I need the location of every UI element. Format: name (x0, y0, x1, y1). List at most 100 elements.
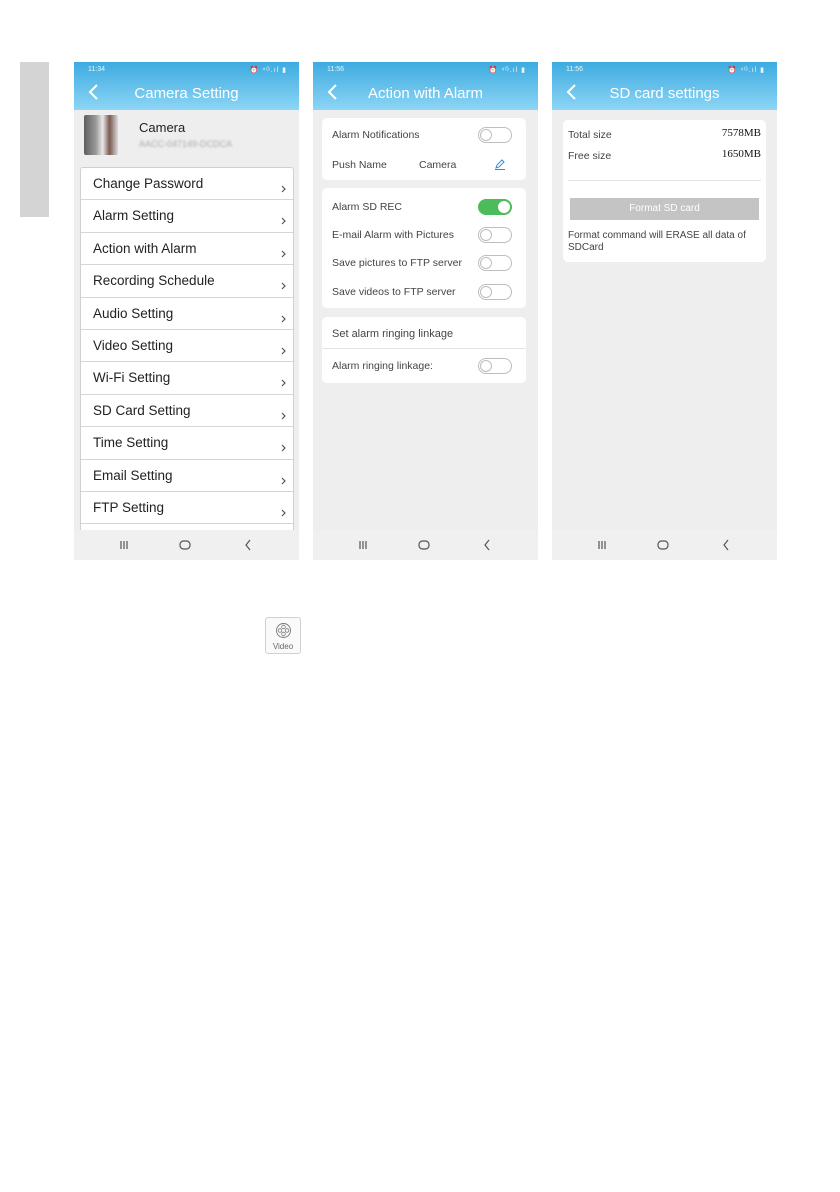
ringing-header-row: Set alarm ringing linkage (322, 324, 526, 344)
alarm-sd-rec-toggle[interactable] (478, 199, 512, 215)
camera-thumbnail (84, 115, 118, 155)
status-icons: ⏰ ⁴ᴳ.ıl ▮ (727, 67, 765, 74)
save-videos-ftp-label: Save videos to FTP server (332, 286, 456, 298)
menu-item-recording-schedule[interactable]: Recording Schedule (81, 265, 293, 298)
camera-name: Camera (139, 120, 186, 135)
menu-item-label: Change Password (93, 176, 204, 191)
menu-item-label: Wi-Fi Setting (93, 370, 171, 386)
status-bar: 11:56 ⏰ ⁴ᴳ.ıl ▮ (552, 62, 777, 78)
total-size-value: 7578MB (721, 127, 761, 139)
status-time: 11:56 (327, 66, 344, 73)
phone-sd-card-settings: 11:56 ⏰ ⁴ᴳ.ıl ▮ SD card settings Total s… (552, 62, 777, 560)
video-reel-icon (276, 623, 291, 638)
menu-item-wifi-setting[interactable]: Wi-Fi Setting (81, 362, 293, 395)
free-size-value: 1650MB (721, 148, 761, 160)
phone-action-with-alarm: 11:56 ⏰ ⁴ᴳ.ıl ▮ Action with Alarm Alarm … (313, 62, 538, 560)
ringing-linkage-card: Set alarm ringing linkage Alarm ringing … (322, 317, 526, 383)
settings-menu: Change Password Alarm Setting Action wit… (80, 167, 294, 533)
recording-card: Alarm SD REC E-mail Alarm with Pictures … (322, 188, 526, 308)
save-videos-ftp-toggle[interactable] (478, 284, 512, 300)
divider (568, 180, 761, 181)
chevron-right-icon (280, 277, 287, 290)
status-icons: ⏰ ⁴ᴳ.ıl ▮ (488, 67, 526, 74)
menu-item-video-setting[interactable]: Video Setting (81, 330, 293, 363)
sd-card-info-card: Total size 7578MB Free size 1650MB Forma… (563, 120, 766, 262)
nav-back-icon[interactable] (479, 537, 495, 553)
menu-item-label: Time Setting (93, 435, 169, 451)
menu-item-ftp-setting[interactable]: FTP Setting (81, 492, 293, 525)
menu-item-audio-setting[interactable]: Audio Setting (81, 298, 293, 330)
header-bar: 11:56 ⏰ ⁴ᴳ.ıl ▮ Action with Alarm (313, 62, 538, 110)
email-alarm-row: E-mail Alarm with Pictures (322, 225, 526, 245)
menu-item-label: Action with Alarm (93, 240, 197, 256)
menu-item-change-password[interactable]: Change Password (81, 168, 293, 201)
menu-item-time-setting[interactable]: Time Setting (81, 427, 293, 460)
chevron-right-icon (280, 342, 287, 355)
status-icons: ⏰ ⁴ᴳ.ıl ▮ (249, 67, 287, 74)
menu-item-label: Alarm Setting (93, 208, 175, 224)
recent-apps-icon[interactable] (355, 537, 371, 553)
page-title: Camera Setting (134, 85, 239, 102)
video-icon-label: Video (272, 642, 294, 651)
chevron-right-icon (280, 504, 287, 517)
menu-item-action-with-alarm[interactable]: Action with Alarm (81, 233, 293, 266)
alarm-notifications-toggle[interactable] (478, 127, 512, 143)
ringing-linkage-toggle[interactable] (478, 358, 512, 374)
phone-camera-setting: 11:34 ⏰ ⁴ᴳ.ıl ▮ Camera Setting Camera AA… (74, 62, 299, 560)
status-time: 11:34 (88, 66, 105, 73)
edit-pencil-icon[interactable] (494, 157, 506, 170)
chevron-right-icon (280, 310, 287, 322)
recent-apps-icon[interactable] (594, 537, 610, 553)
total-size-label: Total size (568, 129, 612, 141)
home-icon[interactable] (655, 537, 671, 553)
chevron-right-icon (280, 180, 287, 193)
free-size-label: Free size (568, 150, 612, 162)
alarm-sd-rec-row: Alarm SD REC (322, 197, 526, 217)
push-name-label: Push Name (332, 159, 387, 171)
email-alarm-toggle[interactable] (478, 227, 512, 243)
save-videos-ftp-row: Save videos to FTP server (322, 282, 526, 302)
menu-item-sd-card-setting[interactable]: SD Card Setting (81, 395, 293, 428)
total-size-row: Total size 7578MB (568, 127, 761, 143)
chevron-right-icon (280, 439, 287, 452)
android-nav-bar (74, 530, 299, 560)
home-icon[interactable] (416, 537, 432, 553)
chevron-right-icon (280, 472, 287, 484)
menu-item-alarm-setting[interactable]: Alarm Setting (81, 200, 293, 233)
nav-back-icon[interactable] (240, 537, 256, 553)
status-bar: 11:56 ⏰ ⁴ᴳ.ıl ▮ (313, 62, 538, 78)
menu-item-label: Audio Setting (93, 305, 174, 321)
alarm-notifications-row: Alarm Notifications (322, 125, 526, 145)
chevron-right-icon (280, 374, 287, 387)
menu-item-label: Video Setting (93, 337, 174, 353)
camera-header: Camera AACC-047149-DCDCA (84, 115, 294, 157)
ringing-linkage-label: Alarm ringing linkage: (332, 360, 433, 372)
chevron-right-icon (280, 212, 287, 225)
format-sd-card-button[interactable]: Format SD card (570, 198, 759, 220)
menu-item-label: SD Card Setting (93, 402, 191, 418)
side-tab-marker (20, 62, 49, 217)
save-pictures-ftp-toggle[interactable] (478, 255, 512, 271)
camera-id: AACC-047149-DCDCA (139, 139, 233, 149)
menu-item-email-setting[interactable]: Email Setting (81, 460, 293, 492)
android-nav-bar (552, 530, 777, 560)
page-title: Action with Alarm (367, 85, 484, 102)
email-alarm-label: E-mail Alarm with Pictures (332, 229, 454, 241)
alarm-notifications-label: Alarm Notifications (332, 129, 420, 141)
chevron-right-icon (280, 245, 287, 258)
save-pictures-ftp-label: Save pictures to FTP server (332, 257, 462, 269)
status-time: 11:56 (566, 66, 583, 73)
menu-item-label: Email Setting (93, 467, 173, 483)
push-name-row: Push Name Camera (322, 155, 526, 175)
save-pictures-ftp-row: Save pictures to FTP server (322, 253, 526, 273)
nav-back-icon[interactable] (718, 537, 734, 553)
home-icon[interactable] (177, 537, 193, 553)
alarm-sd-rec-label: Alarm SD REC (332, 201, 403, 213)
header-bar: 11:56 ⏰ ⁴ᴳ.ıl ▮ SD card settings (552, 62, 777, 110)
header-bar: 11:34 ⏰ ⁴ᴳ.ıl ▮ Camera Setting (74, 62, 299, 110)
menu-item-label: FTP Setting (93, 499, 165, 515)
free-size-row: Free size 1650MB (568, 148, 761, 164)
notifications-card: Alarm Notifications Push Name Camera (322, 118, 526, 180)
recent-apps-icon[interactable] (116, 537, 132, 553)
ringing-header: Set alarm ringing linkage (332, 328, 454, 340)
